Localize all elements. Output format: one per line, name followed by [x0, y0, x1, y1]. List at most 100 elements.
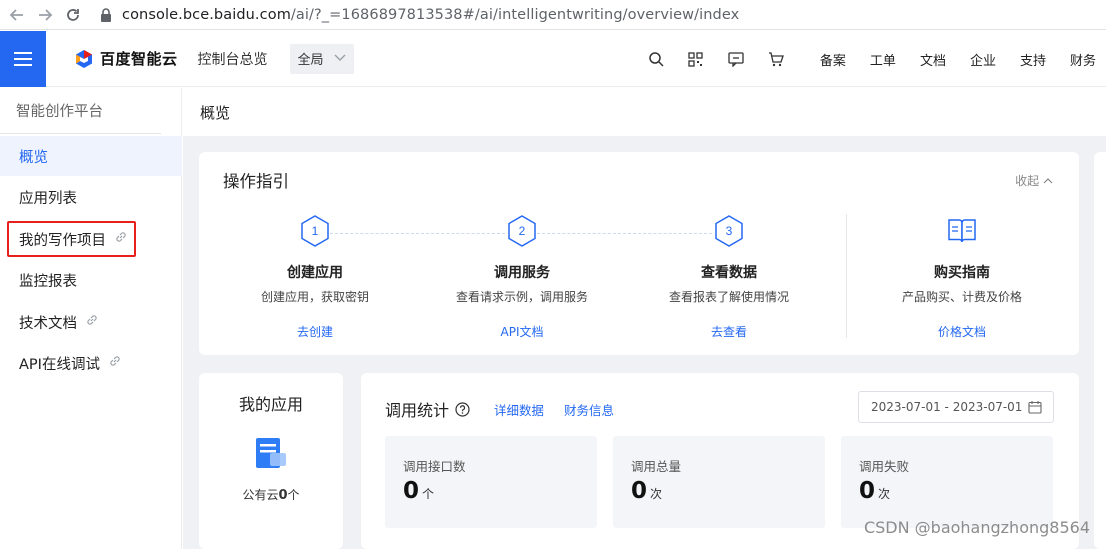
header-link-finance[interactable]: 财务: [1070, 50, 1096, 69]
public-cloud-count: 公有云0个: [199, 486, 343, 503]
stat-label: 调用总量: [631, 459, 682, 474]
right-panel-edge: [1094, 152, 1106, 549]
step-3-hexagon-icon: 3: [715, 215, 743, 247]
finance-info-link[interactable]: 财务信息: [564, 400, 614, 419]
back-arrow-icon[interactable]: [6, 4, 28, 26]
stat-value: 0次: [631, 478, 663, 504]
stat-label: 调用接口数: [403, 459, 466, 474]
step-title: 调用服务: [494, 265, 550, 281]
pricing-docs-link[interactable]: 价格文档: [862, 323, 1062, 340]
link-icon: [108, 354, 122, 372]
region-select[interactable]: 全局: [289, 43, 354, 74]
stat-value: 0个: [403, 478, 435, 504]
sidebar-item-api-debug[interactable]: API在线调试: [0, 343, 182, 383]
chevron-up-icon: [1043, 178, 1053, 184]
sidebar-item-label: 应用列表: [19, 190, 77, 207]
sidebar: 智能创作平台 概览 应用列表 我的写作项目 监控报表 技术文档 API在线调试: [0, 88, 182, 549]
brand-logo[interactable]: 百度智能云: [74, 48, 178, 69]
public-cloud-label: 公有云: [242, 488, 279, 502]
guide-divider: [846, 214, 847, 338]
header-right: 备案 工单 文档 企业 支持 财务: [636, 31, 1106, 87]
step-1-hexagon-icon: 1: [301, 215, 329, 247]
search-icon[interactable]: [636, 51, 676, 67]
app-count-value: 0: [278, 488, 288, 503]
qrcode-icon[interactable]: [676, 51, 716, 67]
step-desc: 产品购买、计费及价格: [901, 290, 1022, 304]
sidebar-item-label: API在线调试: [19, 356, 100, 373]
chevron-down-icon: [334, 52, 346, 65]
my-app-title: 我的应用: [238, 395, 303, 414]
browser-address-bar: console.bce.baidu.com/ai/?_=168689781353…: [0, 0, 1106, 30]
svg-text:1: 1: [312, 224, 319, 238]
forward-arrow-icon[interactable]: [34, 4, 56, 26]
stat-box-total-calls: 调用总量 0次: [613, 436, 825, 528]
go-view-link[interactable]: 去查看: [629, 323, 829, 340]
main-content: 概览 操作指引 收起 1 创建应用 创建应用，获取密钥 去创建 2 调用服务 查…: [183, 88, 1106, 549]
guide-step-purchase: 购买指南 产品购买、计费及价格 价格文档: [862, 214, 1062, 340]
calendar-icon: [1028, 401, 1042, 414]
sidebar-item-overview[interactable]: 概览: [0, 136, 182, 176]
sidebar-item-app-list[interactable]: 应用列表: [0, 177, 182, 217]
url-host: console.bce.baidu.com: [122, 6, 291, 23]
collapse-button[interactable]: 收起: [1015, 172, 1053, 189]
link-icon: [85, 313, 99, 331]
url-path: /ai/?_=1686897813538#/ai/intelligentwrit…: [290, 6, 740, 23]
step-title: 购买指南: [934, 265, 990, 281]
stats-title: 调用统计: [385, 397, 470, 421]
baidu-cloud-logo-icon: [76, 49, 92, 68]
step-2-hexagon-icon: 2: [508, 215, 536, 247]
date-range-value: 2023-07-01 - 2023-07-01: [871, 400, 1023, 414]
guide-step-view-data: 3 查看数据 查看报表了解使用情况 去查看: [629, 214, 829, 340]
step-desc: 查看请求示例，调用服务: [455, 290, 588, 304]
sidebar-item-label: 监控报表: [19, 273, 77, 290]
page-title: 概览: [183, 88, 1106, 136]
guide-card: 操作指引 收起 1 创建应用 创建应用，获取密钥 去创建 2 调用服务 查看请求…: [199, 152, 1079, 355]
guide-step-create: 1 创建应用 创建应用，获取密钥 去创建: [215, 214, 415, 340]
my-app-card: 我的应用 公有云0个: [199, 373, 343, 549]
message-icon[interactable]: [716, 51, 756, 67]
help-icon[interactable]: [455, 401, 470, 417]
watermark: CSDN @baohangzhong8564: [863, 518, 1090, 537]
step-title: 查看数据: [701, 265, 757, 281]
date-range-picker[interactable]: 2023-07-01 - 2023-07-01: [858, 391, 1054, 423]
stats-title-text: 调用统计: [385, 401, 450, 420]
book-icon: [948, 219, 976, 243]
menu-button[interactable]: [0, 30, 46, 87]
sidebar-item-label: 技术文档: [19, 315, 77, 332]
sidebar-item-tech-docs[interactable]: 技术文档: [0, 302, 182, 342]
step-desc: 创建应用，获取密钥: [260, 290, 369, 304]
svg-text:2: 2: [519, 224, 526, 238]
brand-name: 百度智能云: [100, 50, 178, 68]
top-header: 百度智能云 控制台总览 全局 备案 工单 文档 企业 支持 财务: [0, 30, 1106, 87]
api-docs-link[interactable]: API文档: [422, 323, 622, 340]
stat-box-failed-calls: 调用失败 0次: [841, 436, 1053, 528]
cart-icon[interactable]: [756, 51, 796, 67]
header-link-enterprise[interactable]: 企业: [970, 50, 996, 69]
lock-icon: [101, 7, 111, 22]
header-link-docs[interactable]: 文档: [920, 50, 946, 69]
url-field[interactable]: console.bce.baidu.com/ai/?_=168689781353…: [98, 7, 739, 23]
sidebar-item-monitoring[interactable]: 监控报表: [0, 260, 182, 300]
step-title: 创建应用: [287, 265, 343, 281]
sidebar-item-label: 概览: [19, 149, 48, 166]
sidebar-title: 智能创作平台: [0, 88, 161, 134]
app-count-unit: 个: [287, 488, 300, 502]
header-link-beian[interactable]: 备案: [820, 50, 846, 69]
region-value: 全局: [297, 53, 324, 68]
guide-step-call: 2 调用服务 查看请求示例，调用服务 API文档: [422, 214, 622, 340]
hamburger-icon: [14, 51, 32, 66]
console-home-link[interactable]: 控制台总览: [198, 49, 268, 69]
stat-box-api-count: 调用接口数 0个: [385, 436, 597, 528]
collapse-label: 收起: [1015, 174, 1040, 188]
detail-data-link[interactable]: 详细数据: [494, 400, 544, 419]
stat-value: 0次: [859, 478, 891, 504]
app-document-icon: [256, 438, 286, 468]
header-link-ticket[interactable]: 工单: [870, 50, 896, 69]
guide-title: 操作指引: [223, 172, 289, 191]
go-create-link[interactable]: 去创建: [215, 323, 415, 340]
stat-label: 调用失败: [859, 459, 910, 474]
highlight-box: [7, 221, 136, 257]
header-link-support[interactable]: 支持: [1020, 50, 1046, 69]
reload-icon[interactable]: [62, 4, 84, 26]
svg-text:3: 3: [726, 224, 733, 238]
